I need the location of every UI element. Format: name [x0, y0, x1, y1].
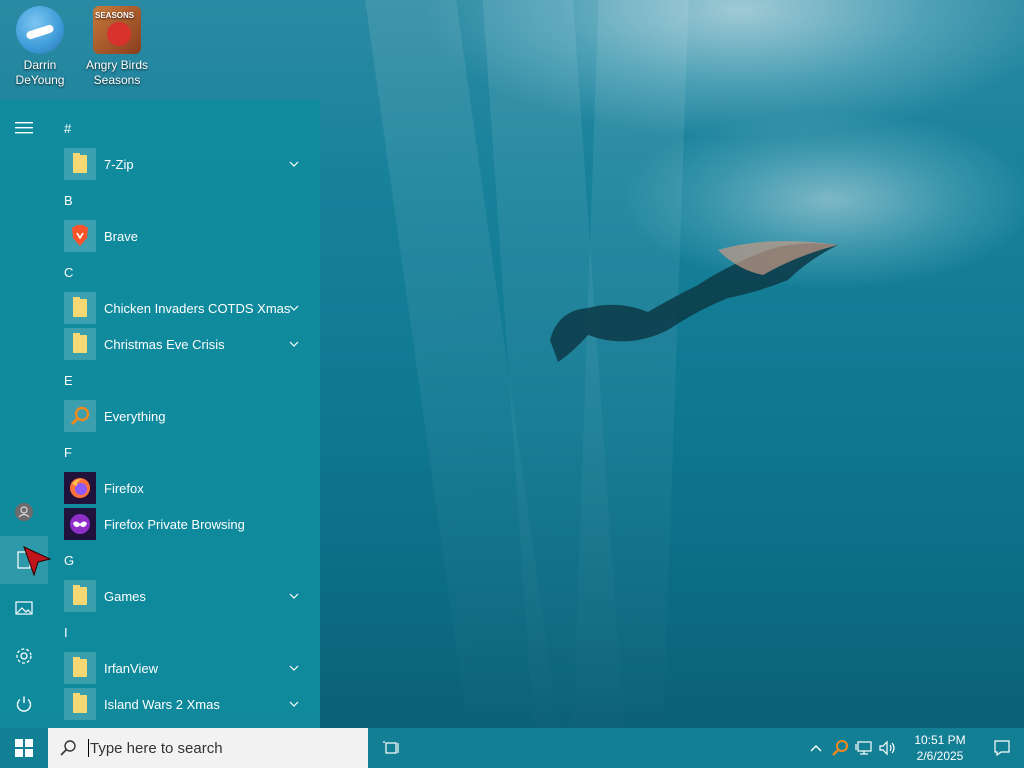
app-item-irfanview[interactable]: IrfanView — [56, 650, 312, 686]
section-header-hash[interactable]: # — [56, 110, 312, 146]
app-item-brave[interactable]: Brave — [56, 218, 312, 254]
app-label: Everything — [104, 408, 166, 424]
app-item-chicken-invaders[interactable]: Chicken Invaders COTDS Xmas — [56, 290, 312, 326]
desktop-icon-label: DeYoung — [15, 73, 65, 87]
account-button[interactable] — [0, 488, 48, 536]
desktop-icon-label: Darrin — [23, 58, 57, 72]
network-button[interactable] — [852, 728, 876, 768]
chevron-down-icon — [289, 593, 299, 599]
clock-time: 10:51 PM — [914, 733, 966, 747]
user-icon — [15, 503, 33, 521]
windows-logo-icon — [15, 739, 33, 757]
app-label: Firefox — [104, 480, 144, 496]
folder-icon — [64, 652, 96, 684]
clock-date: 2/6/2025 — [916, 749, 964, 763]
folder-icon — [64, 292, 96, 324]
desktop-icon-darrin-deyoung[interactable]: Darrin DeYoung — [0, 4, 80, 88]
chevron-down-icon — [289, 305, 299, 311]
task-view-icon — [383, 741, 399, 754]
diver-silhouette — [550, 241, 838, 362]
app-item-7zip[interactable]: 7-Zip — [56, 146, 312, 182]
section-header-i[interactable]: I — [56, 614, 312, 650]
firefox-private-icon — [64, 508, 96, 540]
pictures-icon — [15, 601, 33, 615]
app-item-firefox-private[interactable]: Firefox Private Browsing — [56, 506, 312, 542]
app-label: Christmas Eve Crisis — [104, 336, 225, 352]
desktop-icon-label: Angry Birds — [85, 58, 149, 72]
everything-icon — [64, 400, 96, 432]
folder-icon — [64, 688, 96, 720]
section-header-e[interactable]: E — [56, 362, 312, 398]
task-view-button[interactable] — [368, 728, 416, 768]
expand-menu-button[interactable] — [0, 104, 48, 152]
search-placeholder: Type here to search — [90, 739, 223, 757]
network-icon — [855, 741, 872, 755]
system-tray: 10:51 PM 2/6/2025 — [804, 728, 1024, 768]
app-item-christmas-eve-crisis[interactable]: Christmas Eve Crisis — [56, 326, 312, 362]
app-item-island-wars[interactable]: Island Wars 2 Xmas — [56, 686, 312, 722]
volume-icon — [879, 740, 895, 756]
section-header-c[interactable]: C — [56, 254, 312, 290]
app-label: Games — [104, 588, 146, 604]
start-button[interactable] — [0, 728, 48, 768]
app-item-games[interactable]: Games — [56, 578, 312, 614]
chevron-up-icon — [810, 745, 822, 752]
text-cursor — [88, 739, 89, 757]
section-header-f[interactable]: F — [56, 434, 312, 470]
app-list: # 7-Zip B Brave C Chicken Invaders COTDS… — [56, 110, 312, 722]
app-label: Firefox Private Browsing — [104, 516, 245, 532]
taskbar: Type here to search 10:51 PM 2/6/2025 — [0, 728, 1024, 768]
chevron-down-icon — [289, 701, 299, 707]
folder-icon — [64, 328, 96, 360]
power-icon — [16, 696, 32, 712]
notification-icon — [994, 740, 1010, 757]
app-label: IrfanView — [104, 660, 158, 676]
desktop-icon-label: Seasons — [93, 73, 141, 87]
start-menu: # 7-Zip B Brave C Chicken Invaders COTDS… — [0, 100, 320, 728]
show-hidden-icons-button[interactable] — [804, 728, 828, 768]
firefox-icon — [64, 472, 96, 504]
section-header-g[interactable]: G — [56, 542, 312, 578]
angry-birds-icon — [93, 6, 141, 54]
search-icon — [48, 739, 88, 757]
app-item-firefox[interactable]: Firefox — [56, 470, 312, 506]
settings-button[interactable] — [0, 632, 48, 680]
chevron-down-icon — [289, 161, 299, 167]
brave-icon — [64, 220, 96, 252]
volume-button[interactable] — [876, 728, 900, 768]
section-header-b[interactable]: B — [56, 182, 312, 218]
everything-tray-button[interactable] — [828, 728, 852, 768]
taskbar-clock[interactable]: 10:51 PM 2/6/2025 — [908, 732, 972, 764]
action-center-button[interactable] — [980, 728, 1024, 768]
darrin-app-icon — [16, 6, 64, 54]
power-button[interactable] — [0, 680, 48, 728]
app-label: Chicken Invaders COTDS Xmas — [104, 300, 291, 316]
folder-icon — [64, 148, 96, 180]
hamburger-icon — [15, 122, 33, 134]
chevron-down-icon — [289, 665, 299, 671]
app-item-everything[interactable]: Everything — [56, 398, 312, 434]
app-label: Island Wars 2 Xmas — [104, 696, 220, 712]
app-label: Brave — [104, 228, 138, 244]
taskbar-search-box[interactable]: Type here to search — [48, 728, 368, 768]
everything-tray-icon — [832, 740, 848, 756]
pictures-button[interactable] — [0, 584, 48, 632]
desktop-icon-angry-birds-seasons[interactable]: Angry Birds Seasons — [77, 4, 157, 88]
app-label: 7-Zip — [104, 156, 134, 172]
start-menu-rail — [0, 100, 48, 728]
chevron-down-icon — [289, 341, 299, 347]
settings-icon — [16, 648, 32, 664]
mouse-pointer-icon — [23, 546, 52, 577]
folder-icon — [64, 580, 96, 612]
